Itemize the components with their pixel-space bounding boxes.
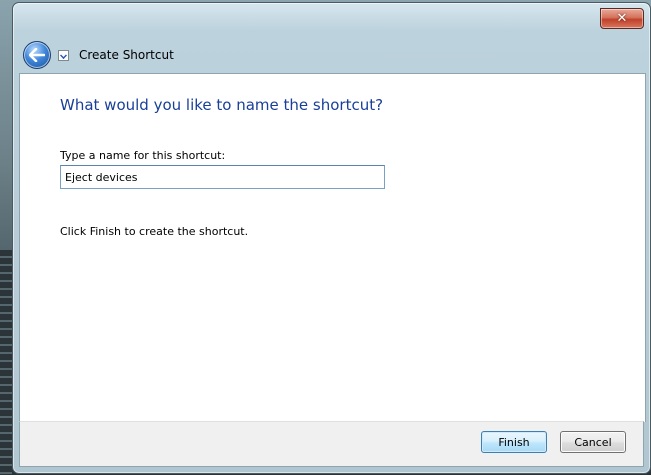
window-title: Create Shortcut	[79, 48, 174, 62]
shortcut-name-input[interactable]	[60, 165, 385, 189]
close-icon: ✕	[616, 11, 628, 26]
back-arrow-icon	[29, 48, 45, 62]
create-shortcut-window: ✕ Create Shortcut What would you like to…	[12, 2, 651, 474]
wizard-content: What would you like to name the shortcut…	[19, 73, 646, 422]
finish-instruction-text: Click Finish to create the shortcut.	[60, 225, 249, 238]
page-heading: What would you like to name the shortcut…	[60, 96, 384, 114]
shortcut-name-label: Type a name for this shortcut:	[60, 149, 226, 162]
finish-button[interactable]: Finish	[481, 431, 547, 453]
cancel-button[interactable]: Cancel	[560, 431, 626, 453]
desktop-wallpaper-building	[0, 250, 12, 475]
button-bar: Finish Cancel	[19, 421, 644, 467]
close-button[interactable]: ✕	[600, 8, 644, 29]
shortcut-icon	[58, 50, 69, 61]
back-button[interactable]	[23, 41, 51, 69]
